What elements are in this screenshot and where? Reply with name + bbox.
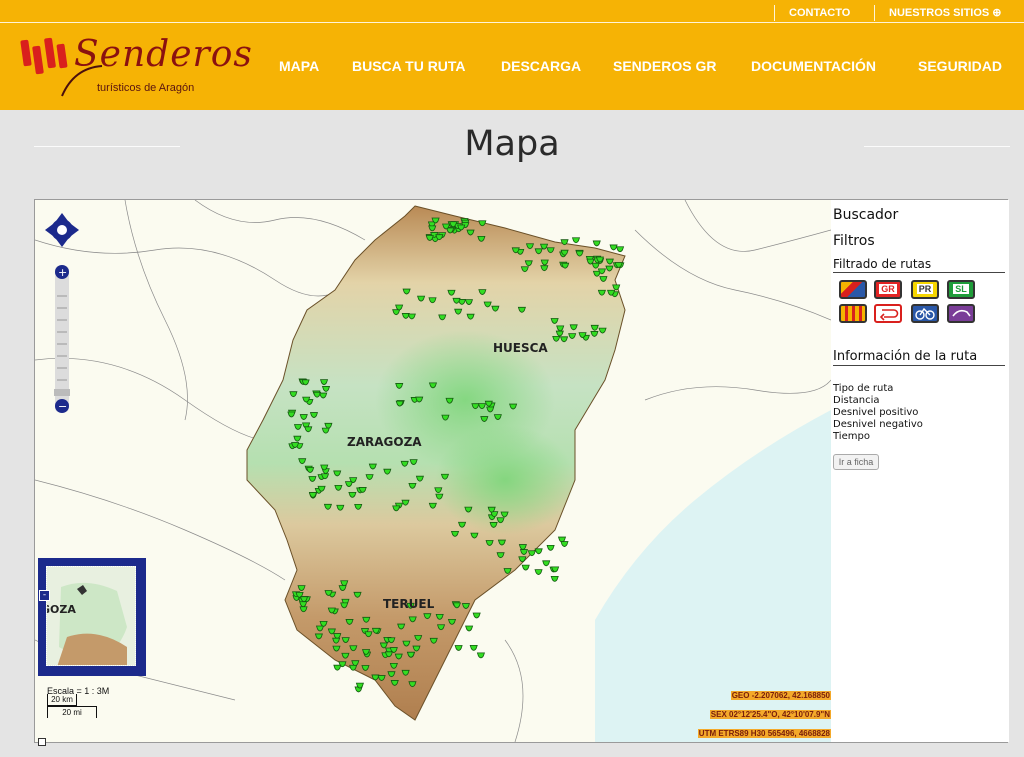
logo-subtitle: turísticos de Aragón <box>97 82 195 94</box>
nav-mapa[interactable]: MAPA <box>279 58 319 74</box>
buscador-heading[interactable]: Buscador <box>833 207 898 223</box>
resize-handle[interactable] <box>38 738 46 746</box>
coord-geo: GEO -2.207062, 42.168850 <box>730 691 831 700</box>
logo-name[interactable]: Senderos <box>74 34 253 75</box>
contacto-link[interactable]: CONTACTO <box>774 5 850 21</box>
filtrado-heading: Filtrado de rutas <box>833 257 1005 273</box>
header-divider <box>0 22 1024 23</box>
page-title: Mapa <box>464 124 560 164</box>
filter-gr-label: GR <box>879 284 897 294</box>
nav-documentacion[interactable]: DOCUMENTACIÓN <box>751 58 876 74</box>
filtros-heading[interactable]: Filtros <box>833 233 875 249</box>
nav-seguridad[interactable]: SEGURIDAD <box>918 58 1002 74</box>
filter-circular-button[interactable] <box>874 304 902 323</box>
filter-pr-button[interactable]: PR <box>911 280 939 299</box>
filter-horse-button[interactable] <box>947 304 975 323</box>
ir-a-ficha-button[interactable]: Ir a ficha <box>833 454 879 470</box>
filter-pr-label: PR <box>916 284 934 294</box>
nav-busca-tu-ruta[interactable]: BUSCA TU RUTA <box>352 58 466 74</box>
field-desnivel-negativo: Desnivel negativo <box>833 419 923 430</box>
horse-icon <box>952 309 971 317</box>
site-header: CONTACTO NUESTROS SITIOS ⊕ Senderos turí… <box>0 0 1024 110</box>
map-viewer[interactable]: HUESCA ZARAGOZA TERUEL + − OZA - Escala … <box>34 199 1009 746</box>
filter-sl-label: SL <box>953 284 969 294</box>
filter-sl-button[interactable]: SL <box>947 280 975 299</box>
coord-sex: SEX 02°12'25.4"O, 42°10'07.9"N <box>709 710 831 719</box>
circular-route-icon <box>879 309 899 321</box>
field-desnivel-positivo: Desnivel positivo <box>833 407 919 418</box>
nuestros-sitios-link[interactable]: NUESTROS SITIOS ⊕ <box>874 5 1002 21</box>
field-tiempo: Tiempo <box>833 431 870 442</box>
nav-senderos-gr[interactable]: SENDEROS GR <box>613 58 716 74</box>
nav-descarga[interactable]: DESCARGA <box>501 58 581 74</box>
filter-aragon-button[interactable] <box>839 304 867 323</box>
bike-icon <box>915 307 935 320</box>
field-distancia: Distancia <box>833 395 880 406</box>
filter-bike-button[interactable] <box>911 304 939 323</box>
filter-gr-button[interactable]: GR <box>874 280 902 299</box>
field-tipo: Tipo de ruta <box>833 383 894 394</box>
filter-all-button[interactable] <box>839 280 867 299</box>
coord-utm: UTM ETRS89 H30 565496, 4668828 <box>697 729 831 738</box>
informacion-heading: Información de la ruta <box>833 349 1005 366</box>
coordinate-readout: GEO -2.207062, 42.168850 SEX 02°12'25.4"… <box>35 200 831 742</box>
side-panel: Buscador Filtros Filtrado de rutas GR PR… <box>831 200 1009 742</box>
